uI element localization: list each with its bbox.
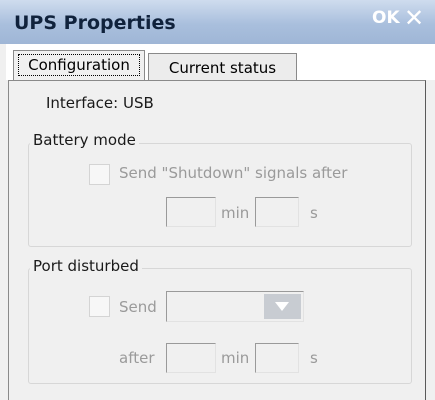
chevron-down-icon	[275, 302, 289, 311]
battery-mode-group	[28, 143, 412, 247]
tab-configuration[interactable]: Configuration	[13, 50, 145, 81]
dropdown-button[interactable]	[264, 294, 301, 319]
battery-mode-title: Battery mode	[30, 131, 139, 149]
port-after-label: after	[119, 349, 155, 367]
port-sec-input[interactable]	[255, 343, 299, 373]
port-min-unit: min	[221, 349, 250, 367]
port-send-select[interactable]	[166, 291, 304, 322]
tab-configuration-label: Configuration	[28, 56, 130, 74]
port-sec-unit: s	[310, 349, 318, 367]
battery-min-unit: min	[221, 204, 250, 222]
battery-min-input[interactable]	[166, 197, 216, 227]
tab-current-status-label: Current status	[168, 59, 277, 77]
port-send-checkbox[interactable]	[89, 296, 110, 317]
title-bar: UPS Properties OK ✕	[0, 0, 435, 44]
battery-sec-input[interactable]	[255, 197, 299, 227]
tab-strip: Configuration Current status	[6, 44, 435, 81]
ups-properties-window: UPS Properties OK ✕ Configuration Curren…	[0, 0, 435, 400]
tab-current-status[interactable]: Current status	[148, 53, 297, 81]
port-min-input[interactable]	[166, 343, 216, 373]
battery-shutdown-label: Send "Shutdown" signals after	[119, 164, 348, 182]
port-disturbed-title: Port disturbed	[30, 257, 142, 275]
port-disturbed-group	[28, 268, 412, 384]
close-icon[interactable]: ✕	[404, 4, 424, 32]
battery-sec-unit: s	[310, 204, 318, 222]
ok-button[interactable]: OK	[372, 8, 400, 28]
interface-label: Interface: USB	[46, 94, 154, 112]
window-title: UPS Properties	[14, 12, 176, 34]
port-send-label: Send	[119, 298, 157, 316]
battery-shutdown-checkbox[interactable]	[89, 164, 110, 185]
